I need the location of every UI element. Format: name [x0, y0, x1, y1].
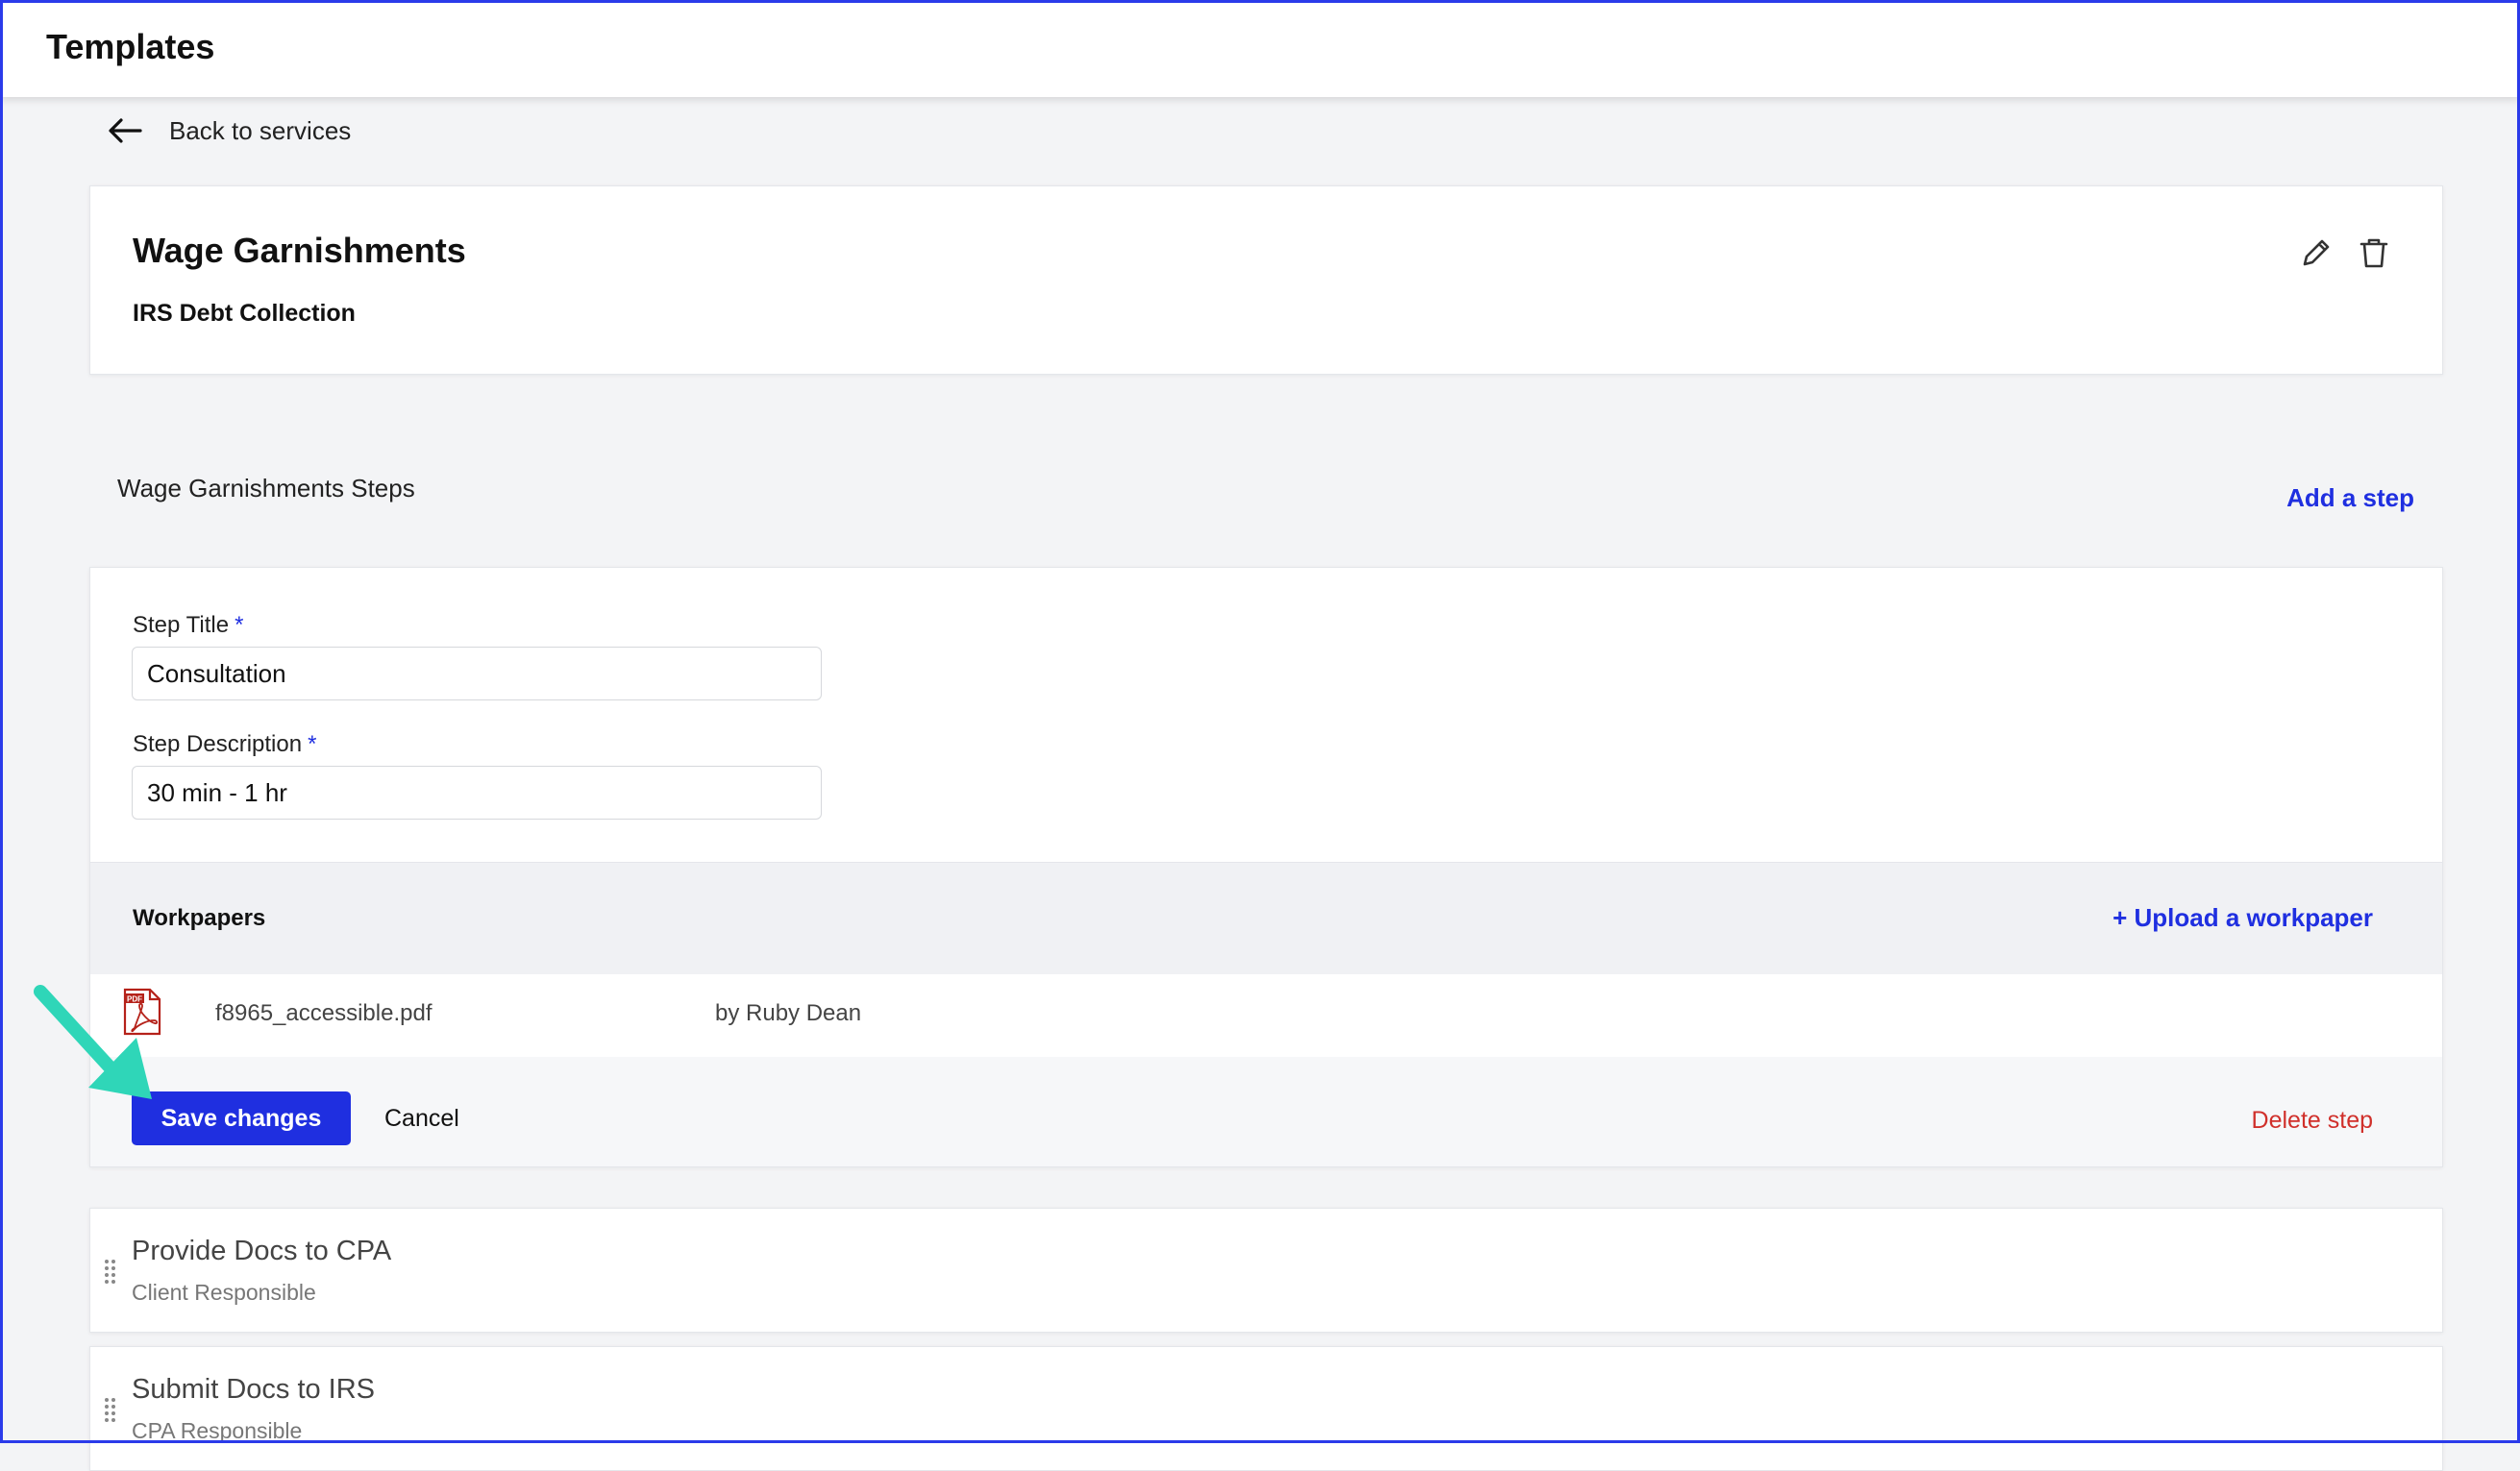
page-title: Templates [46, 27, 215, 66]
step-description-label-text: Step Description [133, 731, 303, 757]
step-title-label: Step Title * [133, 612, 243, 639]
step-item-responsible: CPA Responsible [132, 1418, 303, 1443]
step-item[interactable]: Provide Docs to CPA Client Responsible [89, 1208, 2443, 1333]
workpapers-title: Workpapers [133, 905, 266, 931]
step-description-input[interactable] [132, 766, 822, 820]
trash-icon [2359, 238, 2388, 268]
step-item[interactable]: Submit Docs to IRS CPA Responsible [89, 1346, 2443, 1471]
delete-service-button[interactable] [2356, 234, 2392, 271]
workpaper-file-name[interactable]: f8965_accessible.pdf [215, 1000, 432, 1027]
service-card: Wage Garnishments IRS Debt Collection [89, 185, 2443, 375]
step-editor-card: Step Title* Step Description* Workpapers… [89, 567, 2443, 1167]
workpapers-header: Workpapers + Upload a workpaper [90, 862, 2442, 975]
step-title-input[interactable] [132, 647, 822, 700]
step-actions-bar: Save changes Cancel Delete step [90, 1057, 2442, 1166]
cancel-button[interactable]: Cancel [369, 1091, 475, 1145]
workpaper-uploaded-by: by Ruby Dean [715, 1000, 862, 1026]
pencil-icon [2303, 239, 2330, 266]
edit-service-button[interactable] [2298, 234, 2335, 271]
arrow-left-icon [109, 118, 142, 143]
back-to-services-link[interactable]: Back to services [108, 111, 351, 150]
required-marker: * [235, 612, 244, 638]
step-item-responsible: Client Responsible [132, 1280, 316, 1305]
step-item-title: Submit Docs to IRS [132, 1374, 376, 1405]
workpaper-file-row[interactable]: PDF f8965_accessible.pdf by Ruby Dean [90, 974, 2442, 1057]
save-changes-button[interactable]: Save changes [132, 1091, 351, 1145]
step-title-label-text: Step Title [133, 612, 230, 638]
service-category: IRS Debt Collection [133, 300, 356, 327]
step-description-label: Step Description * [133, 731, 316, 758]
delete-step-link[interactable]: Delete step [2252, 1107, 2373, 1135]
top-bar: Templates [0, 0, 2520, 97]
step-item-title: Provide Docs to CPA [132, 1236, 392, 1266]
back-link-label: Back to services [169, 115, 352, 145]
service-title: Wage Garnishments [133, 231, 466, 270]
upload-workpaper-link[interactable]: + Upload a workpaper [2112, 903, 2373, 933]
annotation-arrow-icon [34, 985, 152, 1099]
steps-heading: Wage Garnishments Steps [117, 474, 415, 503]
add-step-link[interactable]: Add a step [2286, 483, 2414, 513]
required-marker: * [308, 731, 317, 757]
drag-handle-icon[interactable] [104, 1259, 117, 1284]
drag-handle-icon[interactable] [104, 1397, 117, 1422]
